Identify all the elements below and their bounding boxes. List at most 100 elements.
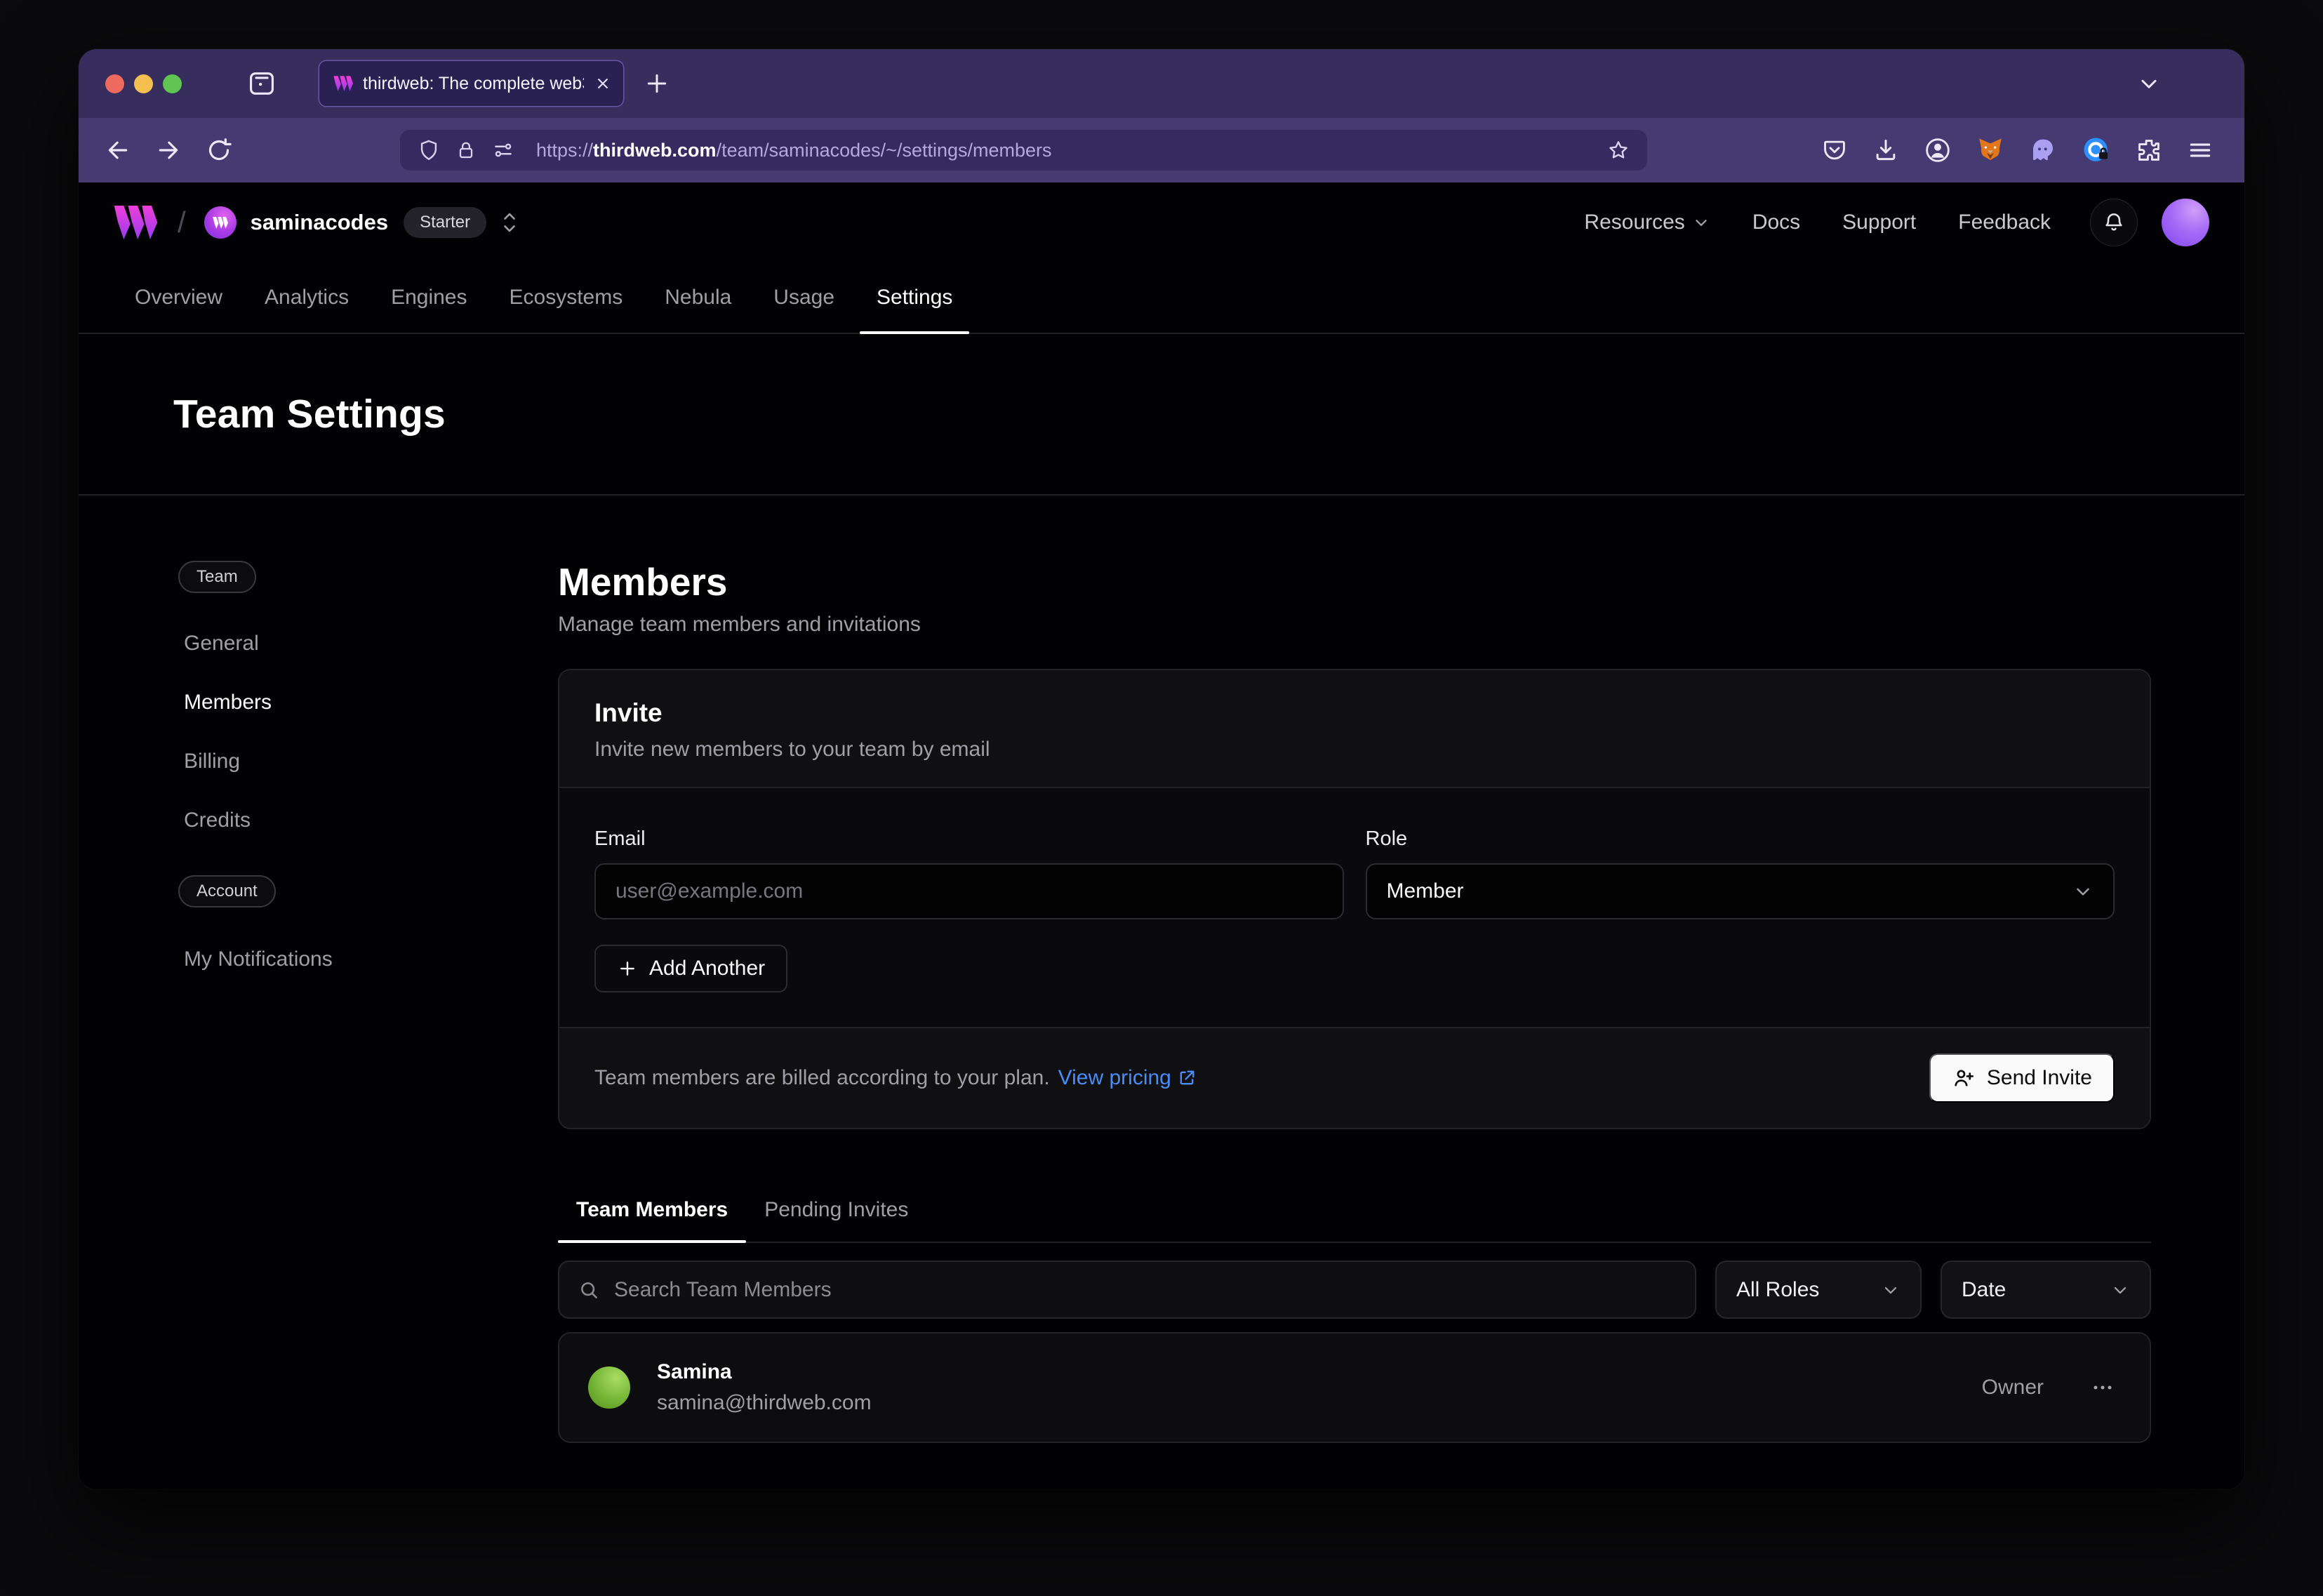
reload-icon[interactable]: [205, 136, 233, 164]
browser-tab[interactable]: thirdweb: The complete web3 de: [319, 61, 623, 106]
send-invite-button[interactable]: Send Invite: [1929, 1053, 2115, 1103]
firefox-view-icon[interactable]: [246, 68, 277, 99]
shield-icon[interactable]: [417, 138, 441, 162]
billing-note: Team members are billed according to you…: [594, 1066, 1197, 1090]
add-another-button[interactable]: Add Another: [594, 945, 787, 992]
permissions-icon[interactable]: [491, 138, 515, 162]
sidebar-item-members[interactable]: Members: [178, 673, 558, 732]
role-label: Role: [1366, 827, 2115, 851]
feedback-link[interactable]: Feedback: [1958, 211, 2051, 234]
chevron-down-icon: [2110, 1280, 2130, 1300]
forward-icon[interactable]: [154, 136, 182, 164]
member-row: Samina samina@thirdweb.com Owner: [558, 1332, 2151, 1443]
team-name[interactable]: saminacodes: [251, 210, 388, 235]
desktop-background: thirdweb: The complete web3 de: [0, 0, 2323, 1596]
minimize-window-button[interactable]: [134, 74, 153, 93]
breadcrumb-slash: /: [178, 206, 186, 239]
member-name: Samina: [657, 1360, 872, 1384]
team-avatar[interactable]: [204, 206, 237, 239]
email-field[interactable]: [594, 863, 1344, 919]
invite-title: Invite: [594, 698, 2115, 728]
member-role: Owner: [1982, 1376, 2044, 1399]
tab-team-members[interactable]: Team Members: [558, 1178, 746, 1242]
notifications-bell-icon[interactable]: [2090, 199, 2138, 246]
sidebar-item-billing[interactable]: Billing: [178, 732, 558, 791]
sidebar-section-account: Account: [178, 875, 276, 907]
list-all-tabs-icon[interactable]: [2136, 71, 2162, 96]
team-switcher-icon[interactable]: [500, 209, 519, 236]
date-sort-select[interactable]: Date: [1941, 1261, 2151, 1319]
nav-tab-nebula[interactable]: Nebula: [644, 262, 752, 333]
dashboard-nav: Overview Analytics Engines Ecosystems Ne…: [79, 262, 2244, 334]
row-menu-ellipsis-icon[interactable]: [2089, 1374, 2117, 1402]
thirdweb-dashboard: / saminacodes Starter Resources: [79, 182, 2244, 1489]
zoom-window-button[interactable]: [163, 74, 182, 93]
nav-tab-overview[interactable]: Overview: [114, 262, 244, 333]
chevron-down-icon: [1692, 213, 1710, 232]
user-avatar[interactable]: [2162, 199, 2209, 246]
browser-toolbar: https://thirdweb.com/team/saminacodes/~/…: [79, 118, 2244, 182]
member-avatar: [588, 1366, 630, 1409]
url-bar[interactable]: https://thirdweb.com/team/saminacodes/~/…: [400, 130, 1647, 171]
close-window-button[interactable]: [105, 74, 124, 93]
nav-tab-ecosystems[interactable]: Ecosystems: [488, 262, 644, 333]
browser-tab-bar: thirdweb: The complete web3 de: [79, 49, 2244, 118]
role-filter-select[interactable]: All Roles: [1715, 1261, 1922, 1319]
invite-card: Invite Invite new members to your team b…: [558, 669, 2151, 1129]
plan-badge: Starter: [404, 207, 486, 238]
page-title: Team Settings: [173, 391, 446, 437]
downloads-icon[interactable]: [1872, 137, 1899, 164]
role-select[interactable]: Member: [1366, 863, 2115, 919]
invite-form: Email Role Member: [559, 787, 2150, 1027]
site-header: / saminacodes Starter Resources: [79, 182, 2244, 262]
nav-tab-usage[interactable]: Usage: [752, 262, 856, 333]
member-email: samina@thirdweb.com: [657, 1391, 872, 1415]
sidebar-item-general[interactable]: General: [178, 614, 558, 673]
tab-title: thirdweb: The complete web3 de: [363, 74, 584, 94]
tab-close-icon[interactable]: [594, 74, 612, 93]
sidebar-section-team: Team: [178, 561, 256, 593]
nav-tab-analytics[interactable]: Analytics: [244, 262, 370, 333]
view-pricing-link[interactable]: View pricing: [1058, 1066, 1197, 1090]
page-title-band: Team Settings: [79, 334, 2244, 496]
new-tab-icon[interactable]: [643, 69, 671, 98]
external-link-icon: [1177, 1068, 1197, 1088]
sidebar-item-credits[interactable]: Credits: [178, 791, 558, 850]
sidebar-item-my-notifications[interactable]: My Notifications: [178, 930, 558, 989]
chevron-down-icon: [1881, 1280, 1901, 1300]
lock-icon[interactable]: [455, 139, 477, 161]
email-label: Email: [594, 827, 1344, 851]
url-text: https://thirdweb.com/team/saminacodes/~/…: [536, 140, 1052, 161]
thirdweb-favicon-icon: [333, 75, 353, 92]
chevron-down-icon: [2072, 881, 2094, 902]
search-icon: [578, 1279, 600, 1301]
account-icon[interactable]: [1924, 136, 1952, 164]
nav-tab-engines[interactable]: Engines: [370, 262, 488, 333]
bookmark-star-icon[interactable]: [1606, 138, 1630, 162]
extensions-puzzle-icon[interactable]: [2136, 137, 2162, 164]
invite-card-header: Invite Invite new members to your team b…: [559, 670, 2150, 787]
search-input[interactable]: [614, 1278, 1677, 1302]
user-plus-icon: [1952, 1066, 1976, 1090]
window-controls: [105, 74, 182, 93]
members-tabs: Team Members Pending Invites: [558, 1178, 2151, 1243]
docs-link[interactable]: Docs: [1752, 211, 1800, 234]
pocket-icon[interactable]: [1821, 137, 1848, 164]
plus-icon: [617, 958, 638, 979]
menu-hamburger-icon[interactable]: [2187, 137, 2214, 164]
onepassword-icon[interactable]: [2082, 135, 2111, 165]
thirdweb-logo[interactable]: [113, 206, 158, 239]
invite-card-footer: Team members are billed according to you…: [559, 1027, 2150, 1128]
nav-tab-settings[interactable]: Settings: [856, 262, 973, 333]
resources-menu[interactable]: Resources: [1584, 211, 1710, 234]
support-link[interactable]: Support: [1842, 211, 1916, 234]
members-title: Members: [558, 559, 2151, 604]
search-box[interactable]: [558, 1261, 1696, 1319]
phantom-icon[interactable]: [2029, 136, 2057, 164]
members-subtitle: Manage team members and invitations: [558, 613, 2151, 637]
invite-subtitle: Invite new members to your team by email: [594, 738, 2115, 762]
tab-pending-invites[interactable]: Pending Invites: [746, 1178, 926, 1242]
metamask-icon[interactable]: [1976, 136, 2004, 164]
back-icon[interactable]: [104, 136, 132, 164]
members-filters: All Roles Date: [558, 1261, 2151, 1319]
